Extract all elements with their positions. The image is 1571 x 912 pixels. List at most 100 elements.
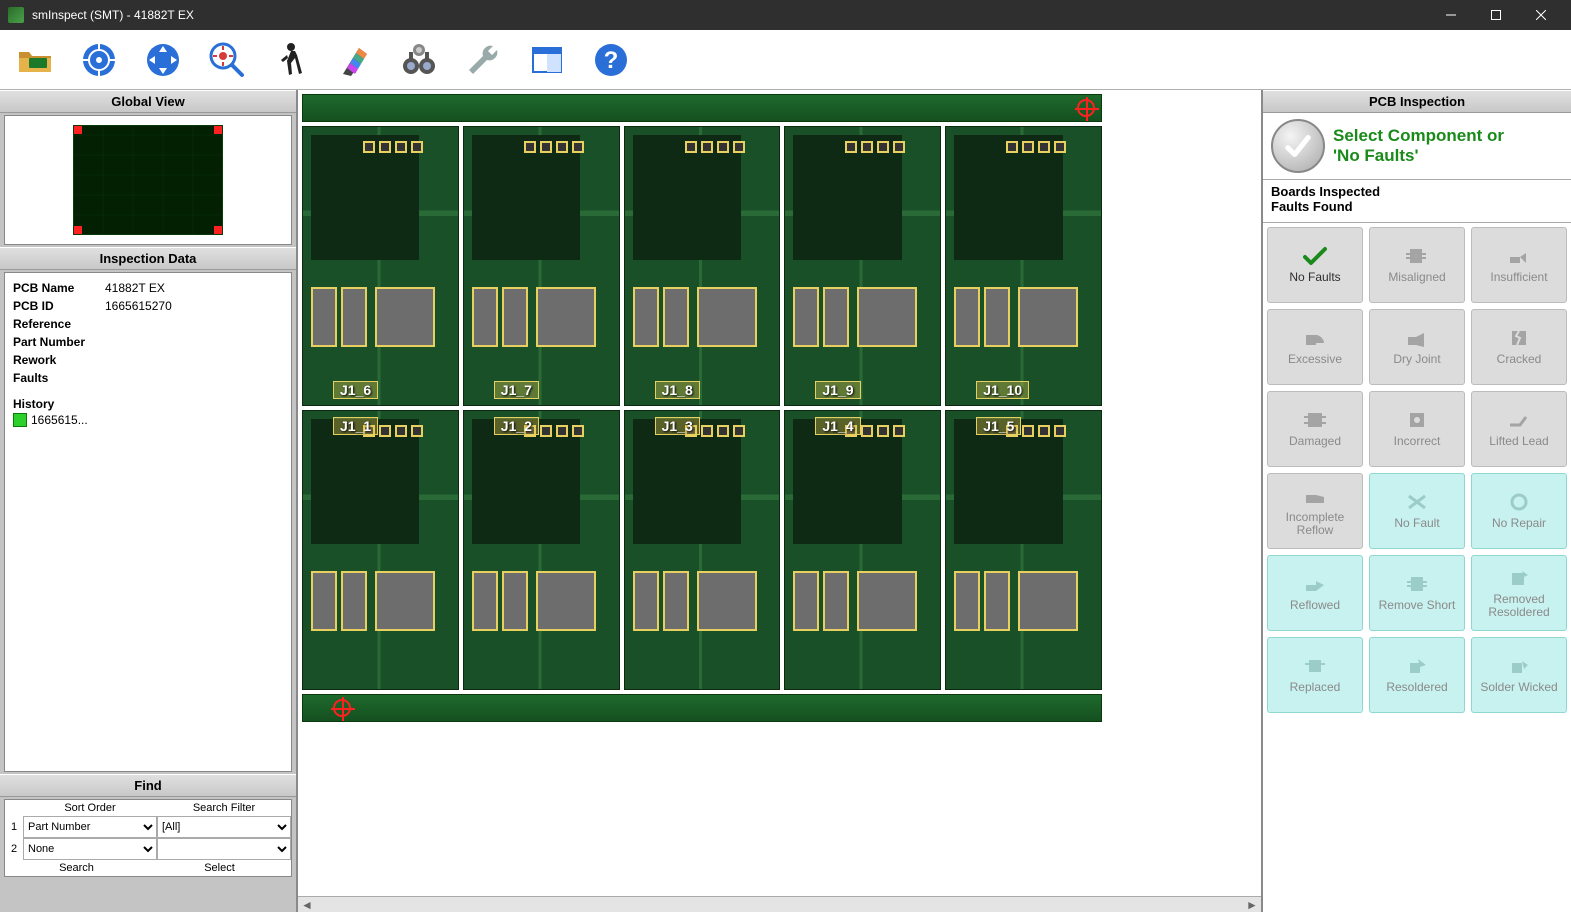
search-button[interactable]: Search bbox=[5, 860, 148, 876]
fault-button-label: Reflowed bbox=[1290, 599, 1340, 612]
minimize-button[interactable] bbox=[1428, 0, 1473, 30]
faults-found-label: Faults Found bbox=[1271, 199, 1563, 214]
faults-label: Faults bbox=[13, 369, 105, 387]
pcb-tile[interactable]: J1_1 bbox=[302, 410, 459, 690]
pcb-tile[interactable]: J1_5 bbox=[945, 410, 1102, 690]
titlebar: smInspect (SMT) - 41882T EX bbox=[0, 0, 1571, 30]
fault-damaged-button[interactable]: Damaged bbox=[1267, 391, 1363, 467]
find-row-1-num: 1 bbox=[5, 816, 23, 838]
svg-text:?: ? bbox=[604, 47, 619, 74]
pcb-tile[interactable]: J1_9 bbox=[784, 126, 941, 406]
history-item[interactable]: 1665615... bbox=[13, 413, 283, 427]
pcb-tile[interactable]: J1_10 bbox=[945, 126, 1102, 406]
solder-wicked-icon bbox=[1506, 655, 1532, 677]
fault-cracked-button[interactable]: Cracked bbox=[1471, 309, 1567, 385]
fault-button-label: No Fault bbox=[1394, 517, 1439, 530]
help-button[interactable]: ? bbox=[588, 37, 634, 83]
select-button[interactable]: Select bbox=[148, 860, 291, 876]
rework-label: Rework bbox=[13, 351, 105, 369]
pcb-tile-label: J1_8 bbox=[655, 381, 700, 399]
walk-button[interactable] bbox=[268, 37, 314, 83]
history-label: History bbox=[13, 397, 283, 411]
fault-no-fault-button[interactable]: No Fault bbox=[1369, 473, 1465, 549]
fault-button-label: Damaged bbox=[1289, 435, 1341, 448]
fault-incorrect-button[interactable]: Incorrect bbox=[1369, 391, 1465, 467]
window-tile-button[interactable] bbox=[524, 37, 570, 83]
search-filter-header: Search Filter bbox=[157, 800, 291, 816]
close-button[interactable] bbox=[1518, 0, 1563, 30]
scroll-left-icon[interactable]: ◄ bbox=[300, 898, 314, 912]
zoom-target-button[interactable] bbox=[204, 37, 250, 83]
fault-reflowed-button[interactable]: Reflowed bbox=[1267, 555, 1363, 631]
fault-button-label: Solder Wicked bbox=[1480, 681, 1557, 694]
fault-solder-wicked-button[interactable]: Solder Wicked bbox=[1471, 637, 1567, 713]
pcb-tile-label: J1_3 bbox=[655, 417, 700, 435]
fault-button-label: No Repair bbox=[1492, 517, 1546, 530]
fault-excessive-button[interactable]: Excessive bbox=[1267, 309, 1363, 385]
fault-button-label: Remove Short bbox=[1379, 599, 1456, 612]
fault-button-label: Incorrect bbox=[1394, 435, 1441, 448]
incomplete-reflow-icon bbox=[1302, 485, 1328, 507]
fault-button-label: Excessive bbox=[1288, 353, 1342, 366]
reference-label: Reference bbox=[13, 315, 105, 333]
pcb-tile[interactable]: J1_3 bbox=[624, 410, 781, 690]
binoculars-button[interactable] bbox=[396, 37, 442, 83]
target-button[interactable] bbox=[76, 37, 122, 83]
sort-order-header: Sort Order bbox=[23, 800, 157, 816]
fault-button-label: Incomplete Reflow bbox=[1272, 511, 1358, 537]
horizontal-scrollbar[interactable]: ◄ ► bbox=[298, 896, 1261, 912]
part-number-label: Part Number bbox=[13, 333, 105, 351]
history-item-label: 1665615... bbox=[31, 413, 88, 427]
search-filter-2[interactable] bbox=[157, 838, 291, 860]
window-title: smInspect (SMT) - 41882T EX bbox=[32, 8, 1428, 22]
scroll-right-icon[interactable]: ► bbox=[1245, 898, 1259, 912]
search-filter-1[interactable]: [All] bbox=[157, 816, 291, 838]
pcb-tile[interactable]: J1_7 bbox=[463, 126, 620, 406]
history-icon bbox=[13, 413, 27, 427]
pcb-viewer[interactable]: J1_6 J1_7 J1_8 J1_9 J1_10 J1_1J1_2 J1_3 J1_4J1… bbox=[298, 90, 1261, 896]
fault-button-label: Insufficient bbox=[1490, 271, 1547, 284]
inspection-data-header: Inspection Data bbox=[0, 247, 296, 270]
fault-incomplete-reflow-button[interactable]: Incomplete Reflow bbox=[1267, 473, 1363, 549]
fault-button-grid: No FaultsMisaligned Insufficient Excessive… bbox=[1263, 223, 1571, 912]
pcb-name-label: PCB Name bbox=[13, 279, 105, 297]
move-button[interactable] bbox=[140, 37, 186, 83]
open-folder-button[interactable] bbox=[12, 37, 58, 83]
lifted-lead-icon bbox=[1506, 409, 1532, 431]
pcb-tile[interactable]: J1_2 bbox=[463, 410, 620, 690]
main-toolbar: ? bbox=[0, 30, 1571, 90]
pcb-tile[interactable]: J1_4 bbox=[784, 410, 941, 690]
fault-remove-short-button[interactable]: Remove Short bbox=[1369, 555, 1465, 631]
fault-insufficient-button[interactable]: Insufficient bbox=[1471, 227, 1567, 303]
fault-replaced-button[interactable]: Replaced bbox=[1267, 637, 1363, 713]
pcb-tile-label: J1_10 bbox=[976, 381, 1029, 399]
pcb-tile[interactable]: J1_8 bbox=[624, 126, 781, 406]
global-view[interactable] bbox=[4, 115, 292, 245]
dry-joint-icon bbox=[1404, 327, 1430, 349]
pcb-tile-label: J1_6 bbox=[333, 381, 378, 399]
fault-button-label: Replaced bbox=[1290, 681, 1341, 694]
color-button[interactable] bbox=[332, 37, 378, 83]
cracked-icon bbox=[1506, 327, 1532, 349]
pcb-tile[interactable]: J1_6 bbox=[302, 126, 459, 406]
fault-no-faults-button[interactable]: No Faults bbox=[1267, 227, 1363, 303]
no-faults-icon bbox=[1302, 245, 1328, 267]
remove-short-icon bbox=[1404, 573, 1430, 595]
global-pcb-thumb bbox=[73, 125, 223, 235]
wrench-button[interactable] bbox=[460, 37, 506, 83]
fault-misaligned-button[interactable]: Misaligned bbox=[1369, 227, 1465, 303]
sort-order-2[interactable]: None bbox=[23, 838, 157, 860]
fault-button-label: Cracked bbox=[1497, 353, 1542, 366]
right-panel: PCB Inspection Select Component or 'No F… bbox=[1261, 90, 1571, 912]
status-row: Select Component or 'No Faults' bbox=[1263, 113, 1571, 180]
fault-no-repair-button[interactable]: No Repair bbox=[1471, 473, 1567, 549]
maximize-button[interactable] bbox=[1473, 0, 1518, 30]
fault-resoldered-button[interactable]: Resoldered bbox=[1369, 637, 1465, 713]
fault-dry-joint-button[interactable]: Dry Joint bbox=[1369, 309, 1465, 385]
sort-order-1[interactable]: Part Number bbox=[23, 816, 157, 838]
fault-lifted-lead-button[interactable]: Lifted Lead bbox=[1471, 391, 1567, 467]
counts-block: Boards Inspected Faults Found bbox=[1263, 180, 1571, 223]
fault-removed-resoldered-button[interactable]: Removed Resoldered bbox=[1471, 555, 1567, 631]
boards-inspected-label: Boards Inspected bbox=[1271, 184, 1563, 199]
find-row-2-num: 2 bbox=[5, 838, 23, 860]
